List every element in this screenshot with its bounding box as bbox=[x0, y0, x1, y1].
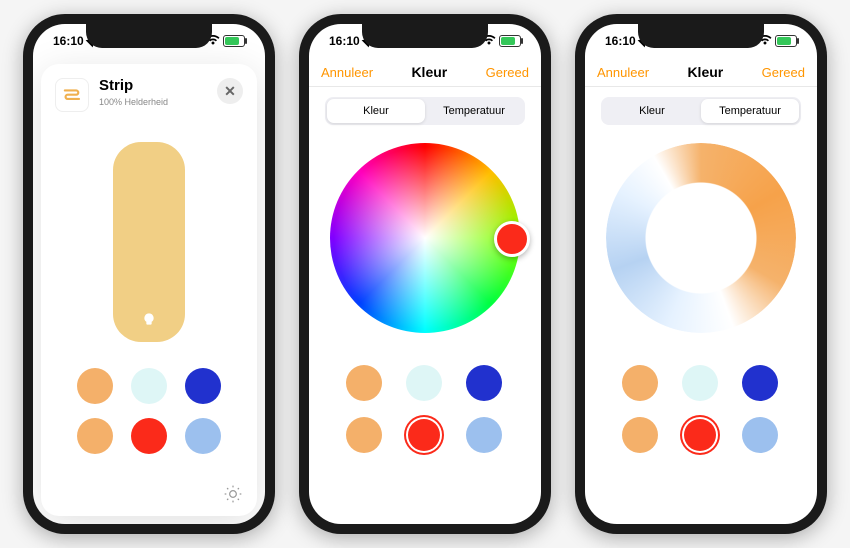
brightness-slider[interactable] bbox=[113, 142, 185, 342]
swatch-4[interactable] bbox=[622, 417, 658, 453]
nav-bar: Annuleer Kleur Gereed bbox=[585, 58, 817, 87]
swatch-3[interactable] bbox=[185, 368, 221, 404]
phone-3: 16:10 Annuleer Kleur Gereed Kleu bbox=[575, 14, 827, 534]
done-button[interactable]: Gereed bbox=[486, 65, 529, 80]
swatch-3[interactable] bbox=[466, 365, 502, 401]
swatch-6[interactable] bbox=[185, 418, 221, 454]
color-wheel-knob[interactable] bbox=[494, 221, 530, 257]
swatch-grid bbox=[346, 365, 504, 453]
swatch-grid bbox=[622, 365, 780, 453]
screen-2: 16:10 Annuleer Kleur Gereed Kleu bbox=[309, 24, 541, 524]
accessory-title: Strip bbox=[99, 78, 168, 95]
notch bbox=[362, 24, 488, 48]
swatch-5[interactable] bbox=[131, 418, 167, 454]
segment-color[interactable]: Kleur bbox=[603, 99, 701, 123]
settings-button[interactable] bbox=[223, 484, 243, 504]
page-title: Kleur bbox=[411, 64, 447, 80]
swatch-2[interactable] bbox=[131, 368, 167, 404]
mode-segment: Kleur Temperatuur bbox=[325, 97, 525, 125]
screen-3: 16:10 Annuleer Kleur Gereed Kleu bbox=[585, 24, 817, 524]
swatch-4[interactable] bbox=[77, 418, 113, 454]
done-button[interactable]: Gereed bbox=[762, 65, 805, 80]
swatch-5-selected[interactable] bbox=[406, 417, 442, 453]
swatch-3[interactable] bbox=[742, 365, 778, 401]
swatch-2[interactable] bbox=[406, 365, 442, 401]
nav-bar: Annuleer Kleur Gereed bbox=[309, 58, 541, 87]
phone-2: 16:10 Annuleer Kleur Gereed Kleu bbox=[299, 14, 551, 534]
status-time: 16:10 bbox=[329, 34, 360, 48]
bulb-icon bbox=[141, 312, 157, 328]
color-wheel[interactable] bbox=[330, 143, 520, 333]
swatch-1[interactable] bbox=[77, 368, 113, 404]
page-title: Kleur bbox=[687, 64, 723, 80]
strip-icon bbox=[55, 78, 89, 112]
swatch-4[interactable] bbox=[346, 417, 382, 453]
swatch-1[interactable] bbox=[346, 365, 382, 401]
phone-1: 16:10 bbox=[23, 14, 275, 534]
temperature-ring[interactable] bbox=[606, 143, 796, 333]
swatch-1[interactable] bbox=[622, 365, 658, 401]
segment-temperature[interactable]: Temperatuur bbox=[701, 99, 799, 123]
status-time: 16:10 bbox=[605, 34, 636, 48]
battery-icon bbox=[775, 35, 797, 47]
notch bbox=[86, 24, 212, 48]
swatch-6[interactable] bbox=[466, 417, 502, 453]
swatch-2[interactable] bbox=[682, 365, 718, 401]
cancel-button[interactable]: Annuleer bbox=[597, 65, 649, 80]
close-button[interactable]: ✕ bbox=[217, 78, 243, 104]
accessory-subtitle: 100% Helderheid bbox=[99, 97, 168, 107]
status-time: 16:10 bbox=[53, 34, 84, 48]
segment-color[interactable]: Kleur bbox=[327, 99, 425, 123]
battery-icon bbox=[499, 35, 521, 47]
mode-segment: Kleur Temperatuur bbox=[601, 97, 801, 125]
segment-temperature[interactable]: Temperatuur bbox=[425, 99, 523, 123]
notch bbox=[638, 24, 764, 48]
swatch-5-selected[interactable] bbox=[682, 417, 718, 453]
swatch-grid bbox=[77, 368, 221, 454]
swatch-6[interactable] bbox=[742, 417, 778, 453]
cancel-button[interactable]: Annuleer bbox=[321, 65, 373, 80]
screen-1: 16:10 bbox=[33, 24, 265, 524]
accessory-modal: Strip 100% Helderheid ✕ bbox=[41, 64, 257, 516]
battery-icon bbox=[223, 35, 245, 47]
